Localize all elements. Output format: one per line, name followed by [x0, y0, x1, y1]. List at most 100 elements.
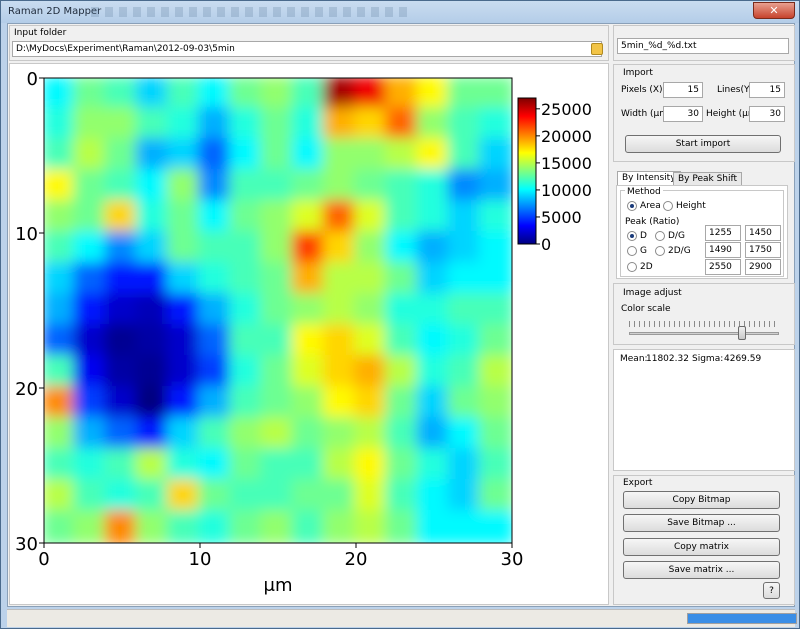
- heatmap-cell: [260, 107, 296, 142]
- background-toolbar: [91, 7, 411, 17]
- heatmap-cell: [198, 107, 234, 142]
- heatmap-cell: [229, 355, 265, 390]
- peak-range-1-start[interactable]: 1255: [705, 225, 741, 241]
- heatmap-cell: [104, 107, 140, 142]
- heatmap-cell: [166, 355, 202, 390]
- heatmap-cell: [73, 262, 109, 297]
- image-adjust-title: Image adjust: [623, 288, 682, 298]
- mean-label: Mean:: [620, 354, 648, 364]
- heatmap-cell: [385, 417, 421, 452]
- heatmap-cell: [166, 386, 202, 421]
- pixels-x-label: Pixels (X): [621, 85, 663, 95]
- close-button[interactable]: ✕: [753, 2, 795, 19]
- heatmap-cell: [229, 293, 265, 328]
- heatmap-cell: [416, 78, 452, 111]
- heatmap-cell: [354, 200, 390, 235]
- heatmap-cell: [447, 355, 483, 390]
- heatmap-cell: [135, 510, 171, 543]
- heatmap-cell: [354, 448, 390, 483]
- heatmap-cell: [229, 231, 265, 266]
- save-matrix-button[interactable]: Save matrix ...: [623, 561, 780, 579]
- heatmap-cell: [198, 417, 234, 452]
- heatmap-cell: [229, 262, 265, 297]
- heatmap-cell: [73, 138, 109, 173]
- peak-range-2-end[interactable]: 1750: [745, 242, 781, 258]
- heatmap-cell: [385, 200, 421, 235]
- heatmap-cell: [73, 510, 109, 543]
- peak-range-3-start[interactable]: 2550: [705, 259, 741, 275]
- heatmap-cell: [73, 293, 109, 328]
- heatmap-cell: [135, 293, 171, 328]
- radio-peak-2d-g[interactable]: [655, 246, 665, 256]
- radio-area[interactable]: [627, 201, 637, 211]
- heatmap-cell: [385, 262, 421, 297]
- window-title: Raman 2D Mapper: [8, 6, 102, 17]
- heatmap-cell: [229, 78, 265, 111]
- heatmap-cell: [322, 78, 358, 111]
- title-bar[interactable]: Raman 2D Mapper ✕: [1, 1, 799, 23]
- heatmap-cell: [229, 417, 265, 452]
- heatmap-cell: [104, 169, 140, 204]
- heatmap-cell: [291, 479, 327, 514]
- input-folder-field[interactable]: D:\MyDocs\Experiment\Raman\2012-09-03\5m…: [12, 41, 602, 57]
- heatmap-cell: [478, 262, 512, 297]
- heatmap-cell: [229, 138, 265, 173]
- lines-y-label: Lines(Y): [717, 85, 753, 95]
- pixels-x-field[interactable]: 15: [663, 82, 703, 98]
- heatmap-cell: [73, 479, 109, 514]
- mean-value: 11802.32: [646, 354, 689, 364]
- heatmap-cell: [135, 231, 171, 266]
- heatmap-cell: [416, 200, 452, 235]
- heatmap-cell: [447, 107, 483, 142]
- tab-by-intensity[interactable]: By Intensity: [617, 171, 681, 186]
- lines-y-field[interactable]: 15: [749, 82, 785, 98]
- heatmap-cell: [229, 107, 265, 142]
- height-field[interactable]: 30: [749, 106, 785, 122]
- color-scale-slider[interactable]: [629, 332, 779, 335]
- import-title: Import: [623, 68, 653, 78]
- radio-peak-d[interactable]: [627, 231, 637, 241]
- heatmap-cell: [291, 138, 327, 173]
- heatmap-cell: [166, 138, 202, 173]
- peak-range-3-end[interactable]: 2900: [745, 259, 781, 275]
- heatmap-cell: [260, 262, 296, 297]
- heatmap-cell: [166, 169, 202, 204]
- start-import-button[interactable]: Start import: [625, 135, 781, 153]
- x-tick-label: 10: [189, 549, 212, 570]
- heatmap-cell: [447, 510, 483, 543]
- heatmap-cell: [44, 479, 78, 514]
- heatmap-cell: [198, 324, 234, 359]
- copy-bitmap-button[interactable]: Copy Bitmap: [623, 491, 780, 509]
- heatmap-cell: [322, 324, 358, 359]
- heatmap-cell: [198, 355, 234, 390]
- help-button[interactable]: ?: [763, 582, 780, 599]
- file-pattern-field[interactable]: 5min_%d_%d.txt: [617, 38, 789, 54]
- radio-peak-d-g[interactable]: [655, 231, 665, 241]
- heatmap-cell: [229, 510, 265, 543]
- slider-thumb[interactable]: [737, 326, 746, 340]
- heatmap-cell: [447, 138, 483, 173]
- radio-height[interactable]: [663, 201, 673, 211]
- radio-peak-g[interactable]: [627, 246, 637, 256]
- save-bitmap-button[interactable]: Save Bitmap ...: [623, 514, 780, 532]
- heatmap-cell: [260, 417, 296, 452]
- heatmap-cell: [198, 386, 234, 421]
- copy-matrix-button[interactable]: Copy matrix: [623, 538, 780, 556]
- radio-peak-2d[interactable]: [627, 262, 637, 272]
- heatmap-cell: [73, 107, 109, 142]
- width-field[interactable]: 30: [663, 106, 703, 122]
- heatmap-cell: [229, 200, 265, 235]
- peak-range-1-end[interactable]: 1450: [745, 225, 781, 241]
- color-scale-label: Color scale: [621, 304, 671, 314]
- stats-panel: [613, 349, 795, 471]
- heatmap-cell: [385, 510, 421, 543]
- heatmap-cell: [135, 324, 171, 359]
- folder-icon[interactable]: [591, 43, 603, 55]
- peak-range-2-start[interactable]: 1490: [705, 242, 741, 258]
- sigma-value: 4269.59: [724, 354, 762, 364]
- heatmap-cell: [416, 293, 452, 328]
- tab-by-peak-shift[interactable]: By Peak Shift: [673, 172, 743, 186]
- heatmap-cell: [478, 200, 512, 235]
- method-title: Method: [625, 187, 663, 197]
- heatmap-cell: [478, 231, 512, 266]
